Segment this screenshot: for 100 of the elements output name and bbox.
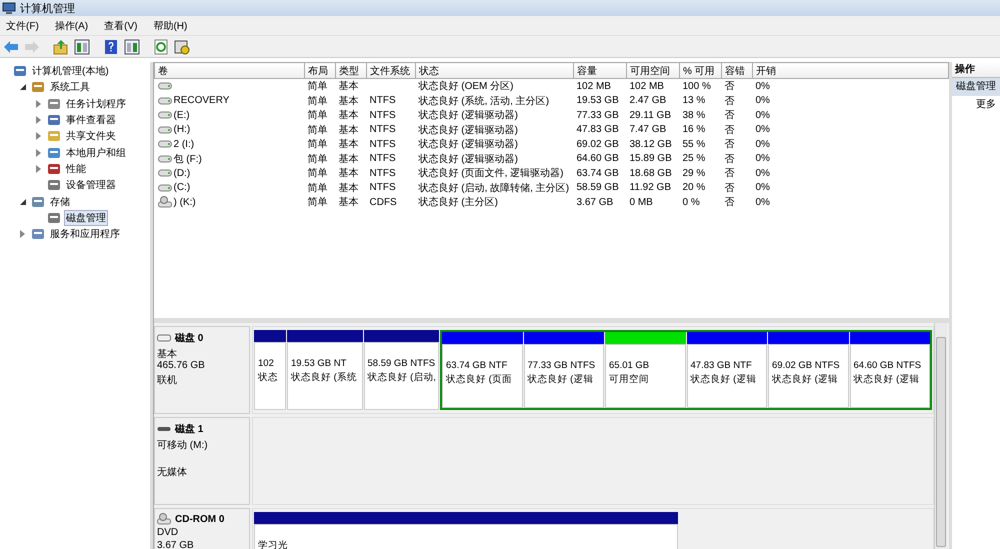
refresh-icon[interactable] (152, 38, 170, 56)
partition-status: 状态良好 (启动, (368, 371, 435, 385)
table-cell: NTFS (370, 95, 396, 106)
partition-block[interactable]: 58.59 GB NTFS 状态良好 (启动, (364, 342, 439, 410)
tree-item[interactable]: 本地用户和组 (64, 144, 128, 161)
folder-up-icon[interactable] (52, 38, 70, 56)
table-cell: 否 (724, 81, 734, 92)
table-cell: (E:) (174, 110, 190, 121)
table-cell: 0% (756, 196, 770, 208)
table-cell: 13 % (682, 95, 706, 106)
partition-status: 状态良好 (逻辑 (528, 373, 594, 387)
partition-size: 65.01 GB (609, 359, 650, 373)
table-cell: 20 % (682, 182, 706, 194)
pane-toggle-icon[interactable] (73, 38, 91, 56)
tree-item[interactable]: 磁盘管理 (64, 210, 108, 226)
menu-item[interactable]: 帮助(H) (153, 18, 188, 32)
computer-icon (2, 2, 16, 14)
tree-item[interactable]: 性能 (64, 160, 88, 177)
tree-item[interactable]: 计算机管理(本地) (30, 63, 111, 80)
column-header[interactable]: 开销 (752, 62, 948, 78)
disk-info: 无媒体 (157, 467, 187, 478)
table-cell: 2.47 GB (630, 95, 666, 106)
partition-status: 可用空间 (609, 373, 650, 387)
tree-node-icon (47, 178, 61, 192)
table-cell: CDFS (370, 196, 397, 208)
action-item[interactable]: 更多 (952, 96, 1000, 114)
properties-icon[interactable] (173, 38, 191, 56)
expander-icon[interactable] (20, 198, 26, 205)
disk-info: 联机 (157, 375, 177, 386)
table-cell: (D:) (174, 168, 190, 179)
column-header[interactable]: 容量 (574, 62, 626, 78)
table-cell: 简单 (308, 96, 328, 107)
table-cell: 18.68 GB (630, 168, 672, 179)
table-cell: 69.02 GB (576, 138, 619, 150)
tree-node-icon (47, 146, 61, 160)
table-cell: 0% (756, 124, 770, 136)
column-header[interactable]: 可用空间 (626, 62, 680, 78)
partition-size: 19.53 GB NT (291, 357, 348, 371)
tree-node-icon (31, 80, 45, 94)
table-cell: 基本 (338, 96, 358, 107)
table-cell: 否 (724, 182, 734, 194)
column-header[interactable]: % 可用 (680, 62, 722, 78)
pane-toggle-icon[interactable] (123, 38, 141, 56)
partition-block[interactable]: 102 状态 (254, 342, 286, 410)
menu-item[interactable]: 查看(V) (104, 18, 138, 32)
table-cell: 19.53 GB (576, 95, 619, 106)
tree-item[interactable]: 事件查看器 (64, 112, 118, 128)
tree-node-icon (47, 96, 61, 111)
table-cell: 基本 (338, 81, 358, 92)
partition-block[interactable]: 47.83 GB NTF 状态良好 (逻辑 (686, 344, 767, 408)
table-cell: 77.33 GB (576, 110, 619, 121)
partition-size: 102 (258, 357, 275, 371)
disk-info: 465.76 GB (157, 360, 205, 371)
partition-block[interactable]: 64.60 GB NTFS 状态良好 (逻辑 (850, 344, 930, 408)
tree-node-icon (13, 64, 27, 78)
partition-block[interactable]: 19.53 GB NT 状态良好 (系统 (287, 342, 362, 410)
menu-item[interactable]: 文件(F) (6, 18, 39, 32)
drive-icon (158, 96, 172, 105)
scroll-bar[interactable] (934, 323, 947, 549)
table-cell: 0% (756, 95, 770, 106)
disk-name: 磁盘 0 (175, 332, 204, 345)
partition-block[interactable]: 69.02 GB NTFS 状态良好 (逻辑 (768, 344, 848, 408)
column-header[interactable]: 类型 (336, 62, 366, 78)
table-cell: 否 (724, 168, 734, 180)
table-cell: 3.67 GB (576, 196, 614, 208)
disk-info: 可移动 (M:) (157, 440, 208, 451)
column-header[interactable]: 卷 (154, 62, 304, 78)
disk-info: 基本 (157, 349, 177, 360)
table-cell: 7.47 GB (630, 124, 666, 136)
table-cell: 29 % (682, 168, 706, 179)
help-icon[interactable] (102, 38, 120, 56)
table-cell: 否 (724, 139, 734, 150)
expander-icon[interactable] (20, 84, 26, 90)
partition-block[interactable]: 学习光 (254, 524, 678, 549)
table-cell: ) (K:) (174, 196, 196, 208)
menu-item[interactable]: 操作(A) (54, 18, 88, 32)
column-header[interactable]: 布局 (304, 62, 336, 78)
drive-icon (158, 82, 172, 90)
table-cell: 16 % (682, 124, 706, 136)
table-cell: 15.89 GB (630, 153, 672, 164)
extended-partition[interactable]: 63.74 GB NTF 状态良好 (页面 77.33 GB NTFS 状态良好 (逻辑 65.01 GB 可用空间 47.83 GB NTF 状态良好 (逻辑 69.02 GB NTFS 状态良好 (逻辑 64.60 GB NTFS 状态良好 (逻辑 (440, 330, 932, 410)
tree-item[interactable]: 服务和应用程序 (48, 226, 122, 242)
action-item[interactable]: 磁盘管理 (952, 78, 1000, 96)
tree-item[interactable]: 系统工具 (48, 79, 92, 96)
table-cell: 100 % (682, 80, 711, 92)
column-header[interactable]: 文件系统 (366, 62, 416, 78)
tree-item[interactable]: 共享文件夹 (64, 128, 118, 144)
tree-item[interactable]: 任务计划程序 (64, 96, 128, 112)
partition-block[interactable]: 77.33 GB NTFS 状态良好 (逻辑 (524, 344, 604, 408)
tree-item[interactable]: 存储 (48, 194, 72, 210)
column-header[interactable]: 容错 (722, 62, 752, 78)
table-cell: 58.59 GB (576, 182, 619, 194)
partition-block[interactable]: 63.74 GB NTF 状态良好 (页面 (442, 344, 522, 408)
tree-item[interactable]: 设备管理器 (64, 177, 118, 194)
window-title: 计算机管理 (20, 2, 75, 16)
disk-info: DVD (157, 527, 178, 538)
partition-block[interactable]: 65.01 GB 可用空间 (605, 344, 686, 408)
column-header[interactable]: 状态 (416, 62, 574, 78)
table-cell: 否 (724, 124, 734, 136)
table-cell: NTFS (370, 110, 396, 121)
